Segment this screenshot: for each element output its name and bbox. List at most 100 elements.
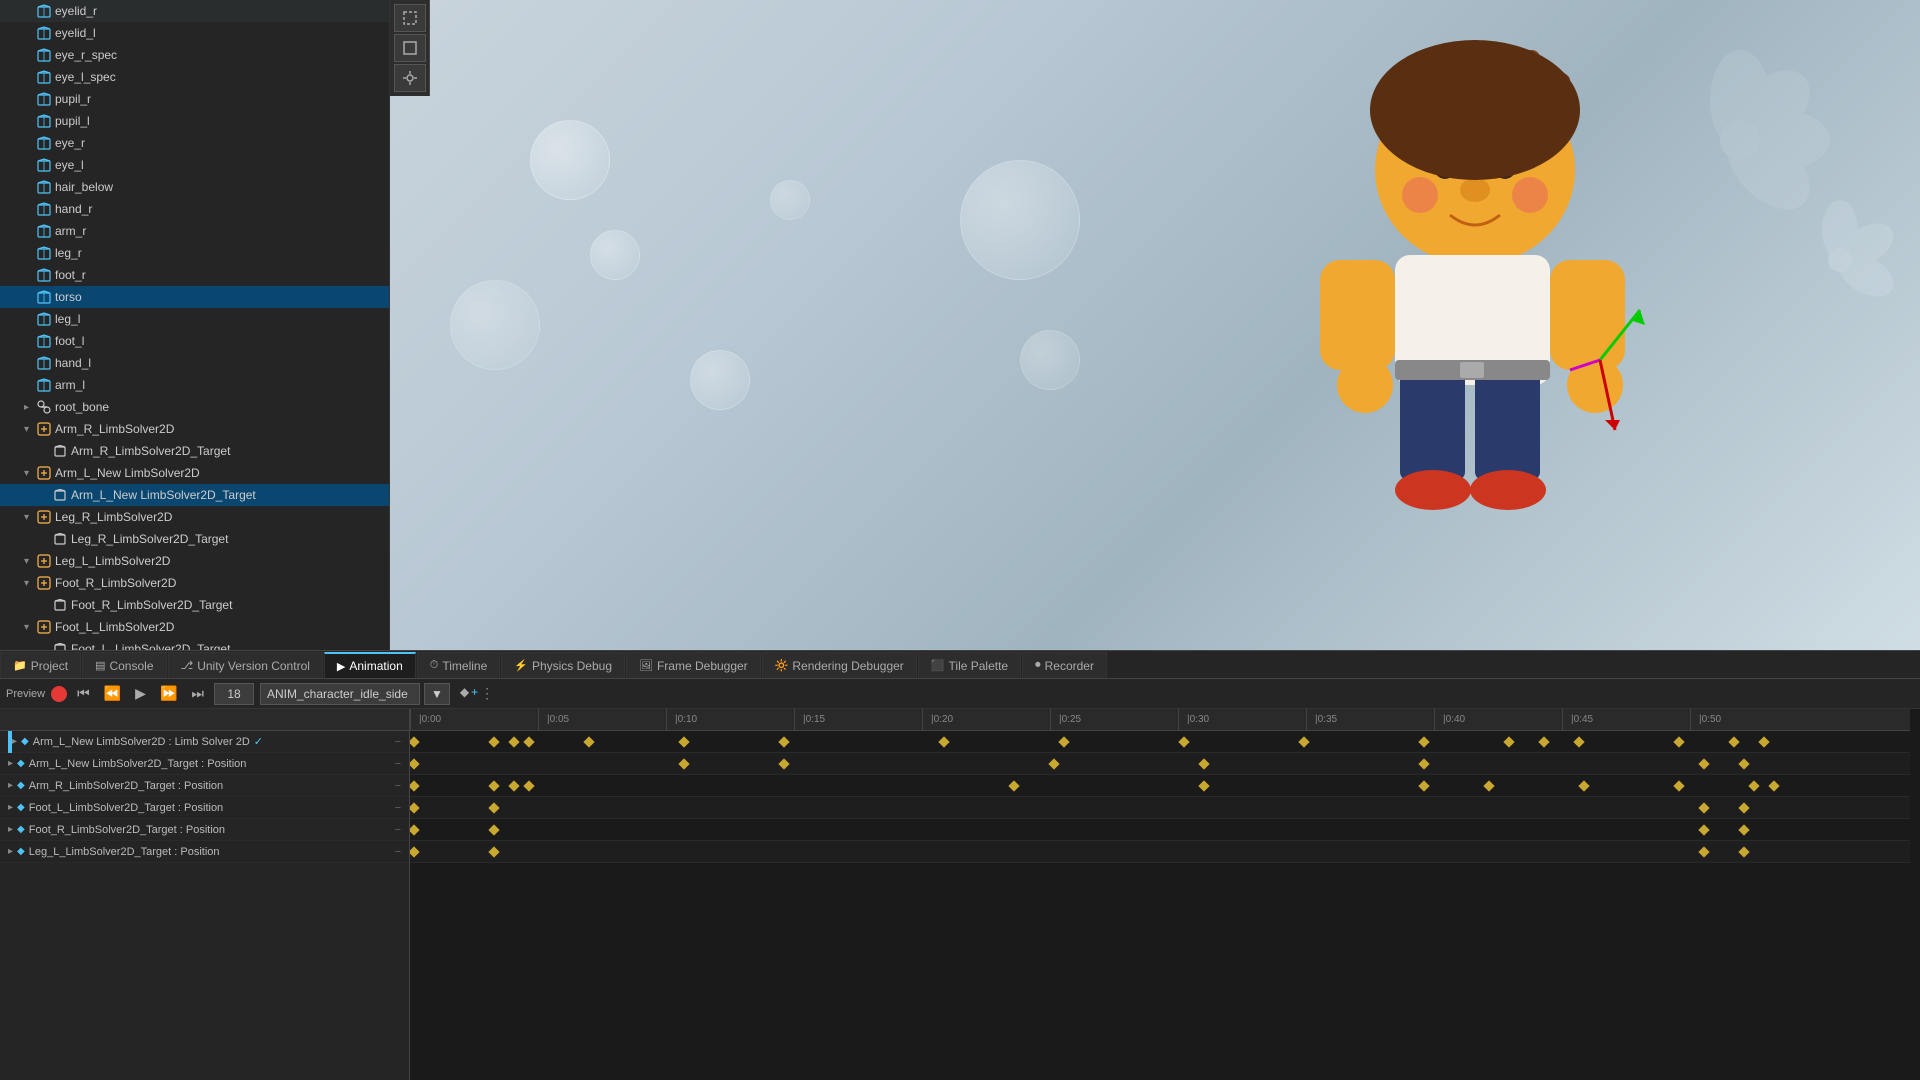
keyframe-diamond[interactable] [488, 780, 499, 791]
scene-viewport[interactable] [390, 0, 1920, 650]
sidebar-item-Arm_L_New_LimbSolver2D_Target[interactable]: Arm_L_New LimbSolver2D_Target [0, 484, 389, 506]
key-add-icon[interactable]: + [471, 685, 478, 702]
keyframe-diamond[interactable] [488, 846, 499, 857]
keyframe-diamond[interactable] [410, 824, 420, 835]
sidebar-item-hair_below[interactable]: hair_below [0, 176, 389, 198]
sidebar-item-foot_r[interactable]: foot_r [0, 264, 389, 286]
tab-unity_version_control[interactable]: ⎇Unity Version Control [168, 652, 323, 678]
record-button[interactable] [51, 686, 67, 702]
prev-frame-button[interactable]: ⏪ [100, 683, 125, 704]
keyframe-diamond[interactable] [488, 802, 499, 813]
sidebar-item-eyelid_r[interactable]: eyelid_r [0, 0, 389, 22]
keyframe-diamond[interactable] [1698, 846, 1709, 857]
sidebar-item-leg_r[interactable]: leg_r [0, 242, 389, 264]
keyframe-diamond[interactable] [778, 758, 789, 769]
key-menu-icon[interactable]: ⋮ [480, 685, 494, 702]
sidebar-item-Leg_R_LimbSolver2D[interactable]: ▾Leg_R_LimbSolver2D [0, 506, 389, 528]
track-expand-5[interactable]: ▸ [8, 846, 13, 857]
sidebar-item-arm_r[interactable]: arm_r [0, 220, 389, 242]
keyframe-diamond[interactable] [678, 758, 689, 769]
keyframe-diamond[interactable] [678, 736, 689, 747]
keyframe-diamond[interactable] [1673, 780, 1684, 791]
tab-project[interactable]: 📁Project [0, 652, 81, 678]
tab-tile_palette[interactable]: ⬛Tile Palette [918, 652, 1021, 678]
animation-dropdown-button[interactable]: ▼ [424, 683, 450, 705]
sidebar-item-hand_l[interactable]: hand_l [0, 352, 389, 374]
expand-arrow-Leg_L_LimbSolver2D[interactable]: ▾ [24, 556, 34, 567]
tab-console[interactable]: ▤Console [82, 652, 166, 678]
track-expand-3[interactable]: ▸ [8, 802, 13, 813]
expand-arrow-Foot_L_LimbSolver2D[interactable]: ▾ [24, 622, 34, 633]
keyframe-diamond[interactable] [1058, 736, 1069, 747]
track-expand-0[interactable]: ▸ [12, 736, 17, 747]
keyframe-diamond[interactable] [410, 846, 420, 857]
keyframe-diamond[interactable] [1698, 802, 1709, 813]
keyframe-diamond[interactable] [778, 736, 789, 747]
keyframe-diamond[interactable] [1198, 758, 1209, 769]
expand-arrow-root_bone[interactable]: ▸ [24, 402, 34, 413]
play-button[interactable]: ▶ [131, 683, 150, 704]
sidebar-item-torso[interactable]: torso [0, 286, 389, 308]
track-expand-1[interactable]: ▸ [8, 758, 13, 769]
track-minus-5[interactable]: − [395, 846, 401, 858]
tab-physics_debug[interactable]: ⚡Physics Debug [501, 652, 625, 678]
frame-number-input[interactable] [214, 683, 254, 705]
transform-button[interactable] [394, 34, 426, 62]
keyframe-diamond[interactable] [1538, 736, 1549, 747]
sidebar-item-Foot_R_LimbSolver2D_Target[interactable]: Foot_R_LimbSolver2D_Target [0, 594, 389, 616]
expand-arrow-Arm_L_New_LimbSolver2D[interactable]: ▾ [24, 468, 34, 479]
sidebar-item-Leg_L_LimbSolver2D[interactable]: ▾Leg_L_LimbSolver2D [0, 550, 389, 572]
keyframe-diamond[interactable] [1418, 780, 1429, 791]
sidebar-item-hand_r[interactable]: hand_r [0, 198, 389, 220]
track-minus-1[interactable]: − [395, 758, 401, 770]
sidebar-item-Foot_R_LimbSolver2D[interactable]: ▾Foot_R_LimbSolver2D [0, 572, 389, 594]
sidebar-item-Arm_R_LimbSolver2D_Target[interactable]: Arm_R_LimbSolver2D_Target [0, 440, 389, 462]
sidebar-item-Arm_L_New_LimbSolver2D[interactable]: ▾Arm_L_New LimbSolver2D [0, 462, 389, 484]
sidebar-item-Foot_L_LimbSolver2D_Target[interactable]: Foot_L_LimbSolver2D_Target [0, 638, 389, 650]
keyframe-diamond[interactable] [1008, 780, 1019, 791]
keyframe-diamond[interactable] [1738, 758, 1749, 769]
timeline-content[interactable]: |0:00|0:05|0:10|0:15|0:20|0:25|0:30|0:35… [410, 709, 1920, 1080]
keyframe-diamond[interactable] [1698, 824, 1709, 835]
keyframe-diamond[interactable] [1298, 736, 1309, 747]
tab-recorder[interactable]: ⏺Recorder [1022, 652, 1107, 678]
keyframe-diamond[interactable] [1698, 758, 1709, 769]
sidebar-item-root_bone[interactable]: ▸root_bone [0, 396, 389, 418]
track-minus-4[interactable]: − [395, 824, 401, 836]
keyframe-diamond[interactable] [1758, 736, 1769, 747]
keyframe-diamond[interactable] [508, 736, 519, 747]
sidebar-item-eyelid_l[interactable]: eyelid_l [0, 22, 389, 44]
keyframe-diamond[interactable] [1418, 758, 1429, 769]
expand-arrow-Foot_R_LimbSolver2D[interactable]: ▾ [24, 578, 34, 589]
rect-select-button[interactable] [394, 4, 426, 32]
tab-frame_debugger[interactable]: 🖼Frame Debugger [626, 652, 761, 678]
expand-arrow-Arm_R_LimbSolver2D[interactable]: ▾ [24, 424, 34, 435]
animation-name-input[interactable] [260, 683, 420, 705]
sidebar-item-eye_l_spec[interactable]: eye_l_spec [0, 66, 389, 88]
keyframe-diamond[interactable] [488, 736, 499, 747]
track-expand-4[interactable]: ▸ [8, 824, 13, 835]
sidebar-item-foot_l[interactable]: foot_l [0, 330, 389, 352]
track-expand-2[interactable]: ▸ [8, 780, 13, 791]
keyframe-diamond[interactable] [410, 758, 420, 769]
keyframe-diamond[interactable] [1748, 780, 1759, 791]
sidebar-item-leg_l[interactable]: leg_l [0, 308, 389, 330]
keyframe-diamond[interactable] [523, 736, 534, 747]
keyframe-diamond[interactable] [1483, 780, 1494, 791]
expand-arrow-Leg_R_LimbSolver2D[interactable]: ▾ [24, 512, 34, 523]
keyframe-diamond[interactable] [1418, 736, 1429, 747]
keyframe-diamond[interactable] [1573, 736, 1584, 747]
keyframe-diamond[interactable] [1178, 736, 1189, 747]
keyframe-diamond[interactable] [1048, 758, 1059, 769]
sidebar-item-arm_l[interactable]: arm_l [0, 374, 389, 396]
sidebar-item-Leg_R_LimbSolver2D_Target[interactable]: Leg_R_LimbSolver2D_Target [0, 528, 389, 550]
keyframe-diamond[interactable] [488, 824, 499, 835]
track-minus-2[interactable]: − [395, 780, 401, 792]
tab-timeline[interactable]: ⏱Timeline [417, 652, 501, 678]
sidebar-item-eye_l[interactable]: eye_l [0, 154, 389, 176]
first-frame-button[interactable]: ⏮ [73, 683, 94, 704]
keyframe-diamond[interactable] [1198, 780, 1209, 791]
keyframe-diamond[interactable] [410, 736, 420, 747]
track-minus-3[interactable]: − [395, 802, 401, 814]
sidebar-item-eye_r[interactable]: eye_r [0, 132, 389, 154]
